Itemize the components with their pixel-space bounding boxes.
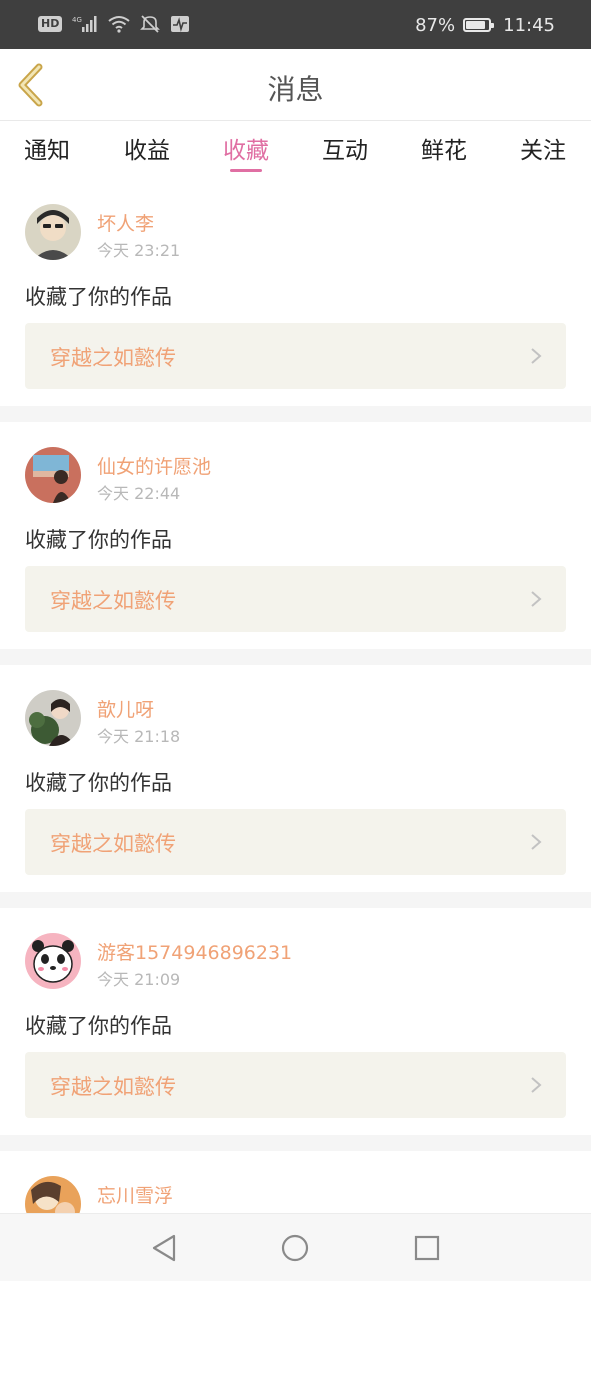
tab-notice[interactable]: 通知 (24, 131, 70, 165)
pulse-icon (171, 16, 190, 32)
username[interactable]: 歆儿呀 (97, 695, 154, 722)
tab-bar: 通知 收益 收藏 互动 鲜花 关注 (0, 121, 591, 179)
action-text: 收藏了你的作品 (25, 528, 172, 552)
wifi-icon (108, 16, 130, 33)
status-right: 87% 11:45 (415, 12, 555, 38)
work-title: 穿越之如懿传 (50, 832, 176, 856)
header: 消息 (0, 49, 591, 121)
username[interactable]: 忘川雪浮 (97, 1181, 173, 1208)
message-card: 游客1574946896231 今天 21:09 收藏了你的作品 穿越之如懿传 (0, 908, 591, 1135)
tab-favorites-label: 收藏 (223, 138, 269, 164)
hd-badge: HD (38, 16, 63, 32)
avatar[interactable] (25, 690, 81, 746)
status-bar: HD 4G 87% 11:45 (0, 0, 591, 49)
battery-percent: 87% (415, 14, 456, 36)
action-text: 收藏了你的作品 (25, 285, 172, 309)
timestamp: 今天 22:44 (97, 484, 181, 503)
username[interactable]: 坏人李 (97, 209, 154, 236)
work-title: 穿越之如懿传 (50, 589, 176, 613)
avatar[interactable] (25, 447, 81, 503)
message-card: 歆儿呀 今天 21:18 收藏了你的作品 穿越之如懿传 (0, 665, 591, 892)
work-link[interactable]: 穿越之如懿传 (25, 1052, 566, 1118)
circle-home-icon[interactable] (280, 1233, 310, 1263)
message-card: 坏人李 今天 23:21 收藏了你的作品 穿越之如懿传 (0, 179, 591, 406)
timestamp: 今天 23:21 (97, 241, 181, 260)
system-nav-bar (0, 1213, 591, 1281)
tab-favorites[interactable]: 收藏 (223, 131, 269, 172)
username[interactable]: 仙女的许愿池 (97, 452, 211, 479)
timestamp: 今天 21:09 (97, 970, 181, 989)
work-title: 穿越之如懿传 (50, 1075, 176, 1099)
square-recents-icon[interactable] (412, 1233, 442, 1263)
clock: 11:45 (503, 14, 555, 36)
triangle-back-icon[interactable] (150, 1233, 180, 1263)
active-tab-indicator (230, 169, 262, 172)
avatar[interactable] (25, 204, 81, 260)
page-title: 消息 (267, 73, 324, 106)
action-text: 收藏了你的作品 (25, 771, 172, 795)
signal-icon: 4G (72, 16, 97, 32)
timestamp: 今天 21:18 (97, 727, 181, 746)
tab-follow[interactable]: 关注 (520, 131, 566, 165)
chevron-right-icon (531, 834, 542, 850)
work-link[interactable]: 穿越之如懿传 (25, 566, 566, 632)
chevron-right-icon (531, 1077, 542, 1093)
tab-interaction[interactable]: 互动 (322, 131, 368, 165)
work-title: 穿越之如懿传 (50, 346, 176, 370)
status-left: HD 4G (38, 14, 190, 34)
chevron-right-icon (531, 348, 542, 364)
action-text: 收藏了你的作品 (25, 1014, 172, 1038)
svg-text:4G: 4G (72, 16, 82, 24)
tab-earnings[interactable]: 收益 (124, 131, 170, 165)
battery-icon (463, 18, 495, 32)
chevron-right-icon (531, 591, 542, 607)
username[interactable]: 游客1574946896231 (97, 938, 292, 965)
avatar[interactable] (25, 933, 81, 989)
tab-flowers[interactable]: 鲜花 (421, 131, 467, 165)
mute-icon (140, 15, 161, 33)
message-card: 仙女的许愿池 今天 22:44 收藏了你的作品 穿越之如懿传 (0, 422, 591, 649)
work-link[interactable]: 穿越之如懿传 (25, 809, 566, 875)
work-link[interactable]: 穿越之如懿传 (25, 323, 566, 389)
